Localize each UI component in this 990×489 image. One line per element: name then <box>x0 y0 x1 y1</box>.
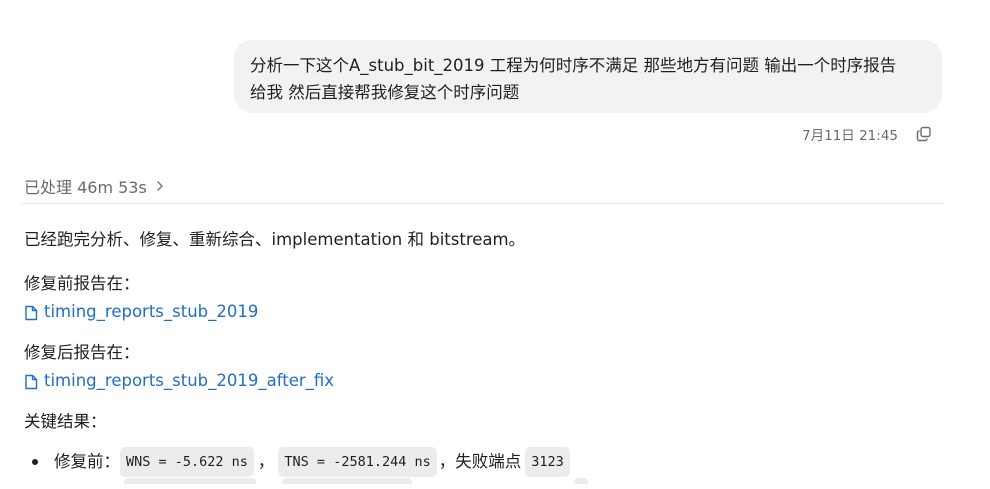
file-icon <box>24 304 38 321</box>
message-timestamp: 7月11日 21:45 <box>802 128 898 144</box>
wns-chip: WNS = -5.622 ns <box>120 447 254 477</box>
before-report-link[interactable]: timing_reports_stub_2019 <box>24 300 944 324</box>
key-results-label: 关键结果： <box>24 412 107 431</box>
copy-icon[interactable] <box>916 126 932 142</box>
after-report-label: 修复后报告在： <box>24 343 140 362</box>
before-report-label: 修复前报告在： <box>24 274 140 293</box>
chevron-right-icon <box>155 177 165 196</box>
cutoff-chip <box>574 478 588 484</box>
user-message-line-1: 分析一下这个A_stub_bit_2019 工程为何时序不满足 那些地方有问题 … <box>250 56 897 75</box>
bullet-dot <box>32 459 38 465</box>
after-report-link-text: timing_reports_stub_2019_after_fix <box>44 371 335 390</box>
list-item: 修复前： WNS = -5.622 ns ， TNS = -2581.244 n… <box>24 447 944 477</box>
response-intro: 已经跑完分析、修复、重新综合、implementation 和 bitstrea… <box>24 230 526 249</box>
after-report-link[interactable]: timing_reports_stub_2019_after_fix <box>24 369 944 393</box>
user-message-line-2: 给我 然后直接帮我修复这个时序问题 <box>250 83 520 102</box>
before-report-link-text: timing_reports_stub_2019 <box>44 302 259 321</box>
processed-toggle[interactable]: 已处理 46m 53s <box>24 174 165 198</box>
user-message-bubble: 分析一下这个A_stub_bit_2019 工程为何时序不满足 那些地方有问题 … <box>234 40 942 113</box>
processed-label: 已处理 46m 53s <box>24 178 147 197</box>
next-bullet-cutoff <box>124 478 944 484</box>
assistant-response: 已经跑完分析、修复、重新综合、implementation 和 bitstrea… <box>24 228 944 484</box>
cutoff-chip <box>282 478 412 484</box>
chat-page: 分析一下这个A_stub_bit_2019 工程为何时序不满足 那些地方有问题 … <box>0 0 990 489</box>
message-meta: 7月11日 21:45 <box>802 124 932 144</box>
section-divider <box>22 203 944 204</box>
bullet-prefix: 修复前： <box>54 452 120 471</box>
separator: ， <box>257 452 275 471</box>
tns-chip: TNS = -2581.244 ns <box>278 447 437 477</box>
cutoff-chip <box>124 478 256 484</box>
file-icon <box>24 373 38 390</box>
failed-endpoints-label: ，失败端点 <box>438 452 522 471</box>
failed-endpoints-chip: 3123 <box>525 447 570 477</box>
